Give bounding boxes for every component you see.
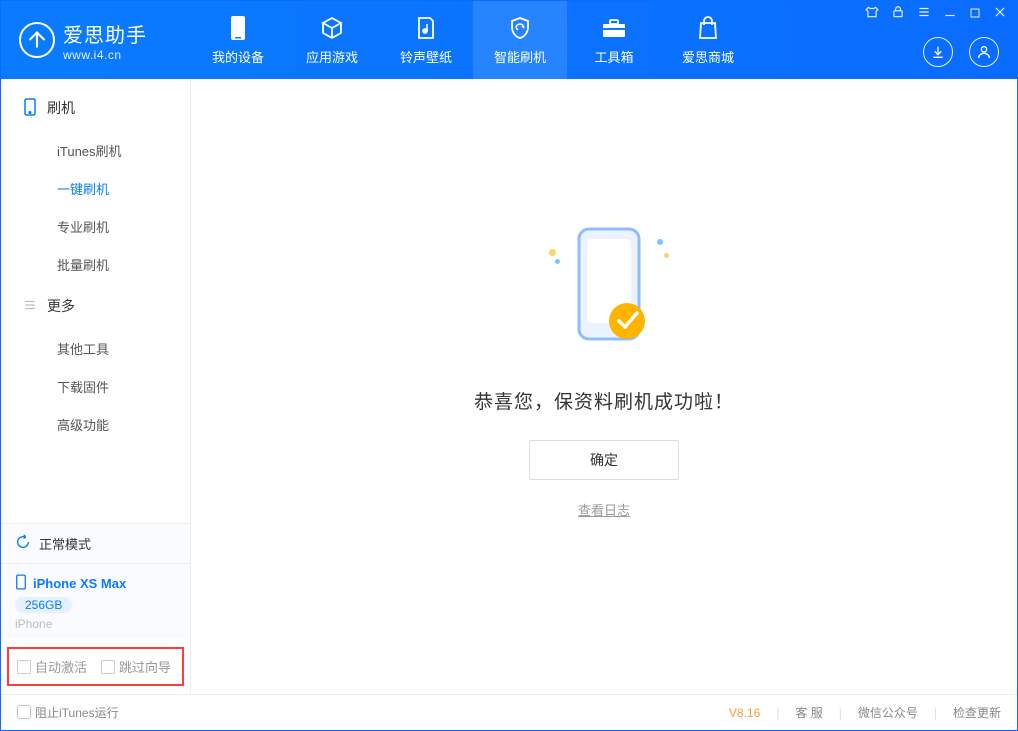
download-button[interactable] (923, 37, 953, 67)
shield-sync-icon (507, 15, 533, 41)
device-name-row: iPhone XS Max (15, 574, 176, 593)
bag-icon (695, 15, 721, 41)
success-panel: 恭喜您，保资料刷机成功啦！ 确定 查看日志 (474, 219, 734, 519)
mode-label: 正常模式 (39, 534, 91, 553)
sidebar-item-other-tools[interactable]: 其他工具 (1, 329, 190, 367)
tab-label: 应用游戏 (306, 47, 358, 66)
device-icon (23, 98, 37, 119)
cube-icon (319, 15, 345, 41)
checkbox-icon (17, 705, 31, 719)
maximize-icon[interactable] (969, 6, 981, 22)
checkbox-icon (17, 660, 31, 674)
storage-badge: 256GB (15, 597, 72, 613)
version-label: V8.16 (729, 706, 760, 720)
sidebar-item-batch-flash[interactable]: 批量刷机 (1, 245, 190, 283)
sidebar-item-itunes-flash[interactable]: iTunes刷机 (1, 131, 190, 169)
device-name: iPhone XS Max (33, 576, 126, 591)
tab-toolbox[interactable]: 工具箱 (567, 1, 661, 79)
success-message: 恭喜您，保资料刷机成功啦！ (474, 387, 734, 414)
tab-label: 我的设备 (212, 47, 264, 66)
support-link[interactable]: 客 服 (795, 704, 822, 721)
app-window: 爱思助手 www.i4.cn 我的设备 应用游戏 铃声壁 (0, 0, 1018, 731)
window-controls (865, 5, 1007, 22)
sync-icon (15, 534, 31, 553)
app-name-en: www.i4.cn (63, 48, 147, 62)
list-icon (23, 298, 37, 315)
tab-label: 铃声壁纸 (400, 47, 452, 66)
footer: 阻止iTunes运行 V8.16 | 客 服 | 微信公众号 | 检查更新 (1, 694, 1017, 730)
device-panel[interactable]: iPhone XS Max 256GB iPhone (1, 563, 190, 639)
logo-icon (19, 22, 55, 58)
sidebar-item-label: 其他工具 (57, 339, 109, 358)
sidebar-item-label: 下载固件 (57, 377, 109, 396)
phone-success-illustration (549, 219, 659, 359)
app-name-cn: 爱思助手 (63, 19, 147, 48)
tab-my-device[interactable]: 我的设备 (191, 1, 285, 79)
sidebar-item-label: 批量刷机 (57, 255, 109, 274)
tab-label: 爱思商城 (682, 47, 734, 66)
sidebar-item-label: 高级功能 (57, 415, 109, 434)
sidebar-list: 刷机 iTunes刷机 一键刷机 专业刷机 批量刷机 (1, 79, 190, 523)
nav-tabs: 我的设备 应用游戏 铃声壁纸 智能刷机 (191, 1, 755, 79)
tab-label: 工具箱 (594, 47, 633, 66)
phone-icon (225, 15, 251, 41)
sidebar-item-download-firmware[interactable]: 下载固件 (1, 367, 190, 405)
sidebar-item-label: 专业刷机 (57, 217, 109, 236)
phone-small-icon (15, 574, 27, 593)
ok-button[interactable]: 确定 (529, 440, 679, 480)
header-actions (923, 37, 999, 67)
mode-panel[interactable]: 正常模式 (1, 523, 190, 563)
sidebar: 刷机 iTunes刷机 一键刷机 专业刷机 批量刷机 (1, 79, 191, 694)
user-button[interactable] (969, 37, 999, 67)
wechat-link[interactable]: 微信公众号 (858, 704, 918, 721)
device-type: iPhone (15, 617, 176, 631)
header: 爱思助手 www.i4.cn 我的设备 应用游戏 铃声壁 (1, 1, 1017, 79)
highlighted-options: 自动激活 跳过向导 (7, 647, 184, 686)
toolbox-icon (601, 15, 627, 41)
close-icon[interactable] (993, 5, 1007, 22)
tab-store[interactable]: 爱思商城 (661, 1, 755, 79)
checkbox-icon (101, 660, 115, 674)
lock-icon[interactable] (891, 5, 905, 22)
sidebar-item-label: 一键刷机 (57, 179, 109, 198)
sidebar-item-advanced[interactable]: 高级功能 (1, 405, 190, 443)
checkbox-skip-guide[interactable]: 跳过向导 (101, 657, 171, 676)
sidebar-group-more[interactable]: 更多 (1, 283, 190, 329)
tab-apps-games[interactable]: 应用游戏 (285, 1, 379, 79)
content: 恭喜您，保资料刷机成功啦！ 确定 查看日志 (191, 79, 1017, 694)
shirt-icon[interactable] (865, 5, 879, 22)
sidebar-group-title: 刷机 (47, 98, 75, 118)
check-update-link[interactable]: 检查更新 (953, 704, 1001, 721)
sidebar-item-oneclick-flash[interactable]: 一键刷机 (1, 169, 190, 207)
sidebar-group-flash[interactable]: 刷机 (1, 85, 190, 131)
body: 刷机 iTunes刷机 一键刷机 专业刷机 批量刷机 (1, 79, 1017, 694)
minimize-icon[interactable] (943, 5, 957, 22)
checkbox-stop-itunes[interactable]: 阻止iTunes运行 (17, 704, 119, 721)
sidebar-item-label: iTunes刷机 (57, 141, 122, 160)
menu-icon[interactable] (917, 5, 931, 22)
tab-label: 智能刷机 (494, 47, 546, 66)
music-file-icon (413, 15, 439, 41)
view-log-link[interactable]: 查看日志 (578, 500, 630, 519)
sidebar-item-pro-flash[interactable]: 专业刷机 (1, 207, 190, 245)
tab-ringtones-wallpapers[interactable]: 铃声壁纸 (379, 1, 473, 79)
sidebar-group-title: 更多 (47, 296, 75, 316)
checkbox-auto-activate[interactable]: 自动激活 (17, 657, 87, 676)
logo[interactable]: 爱思助手 www.i4.cn (1, 19, 191, 62)
tab-smart-flash[interactable]: 智能刷机 (473, 1, 567, 79)
